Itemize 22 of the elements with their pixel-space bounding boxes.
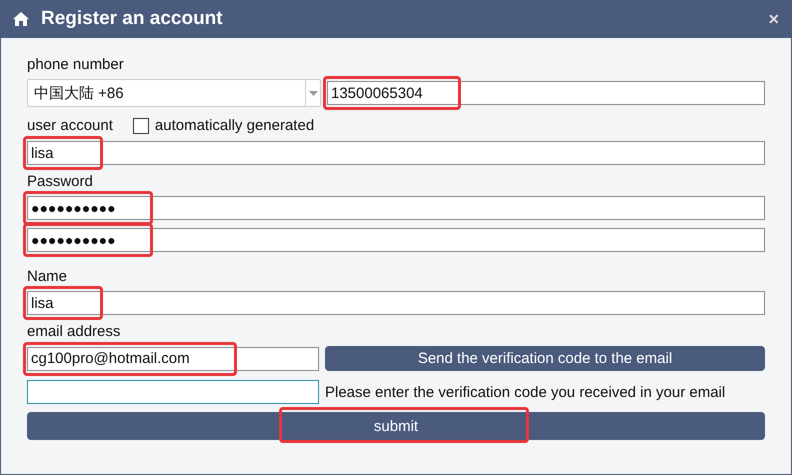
input-field[interactable]: 13500065304 [327,81,765,105]
input-field[interactable]: lisa [27,291,765,315]
input-field[interactable]: lisa [27,141,765,165]
home-icon [13,12,29,26]
field-label: Password [27,173,93,190]
close-button[interactable]: × [768,8,779,30]
field-label: email address [27,323,120,340]
checkbox[interactable] [132,118,149,134]
field-label: Name [27,268,68,285]
hint-text: Please enter the verification code you received in your email [325,384,726,400]
password-field[interactable]: ●●●●●●●●●● [27,228,765,252]
window-title: Register an account [41,8,224,30]
field-label: user account [27,117,113,134]
code-field[interactable] [27,380,319,404]
country-code-dropdown[interactable]: 中国大陆 +86 [27,79,321,107]
submit-button[interactable]: submit [27,412,765,440]
email-field[interactable]: cg100pro@hotmail.com [27,346,319,370]
send-code-button[interactable]: Send the verification code to the email [325,346,765,371]
caret-icon [308,90,318,96]
password-field[interactable]: ●●●●●●●●●● [27,196,765,220]
checkbox-label: automatically generated [154,117,314,134]
field-label: phone number [27,56,124,73]
